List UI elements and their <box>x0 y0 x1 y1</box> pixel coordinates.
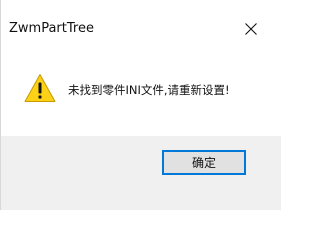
dialog-footer: 确定 <box>1 136 281 210</box>
dialog-message: 未找到零件INI文件,请重新设置! <box>68 83 230 97</box>
dialog-content: 未找到零件INI文件,请重新设置! <box>1 50 281 136</box>
close-icon <box>245 23 257 35</box>
close-button[interactable] <box>233 14 269 44</box>
window-title: ZwmPartTree <box>9 21 94 36</box>
warning-icon <box>24 74 56 102</box>
title-bar: ZwmPartTree <box>1 0 281 50</box>
ok-button[interactable]: 确定 <box>162 150 246 175</box>
message-dialog: ZwmPartTree 未找到零件INI文件,请重新设置! 确定 <box>0 0 281 210</box>
